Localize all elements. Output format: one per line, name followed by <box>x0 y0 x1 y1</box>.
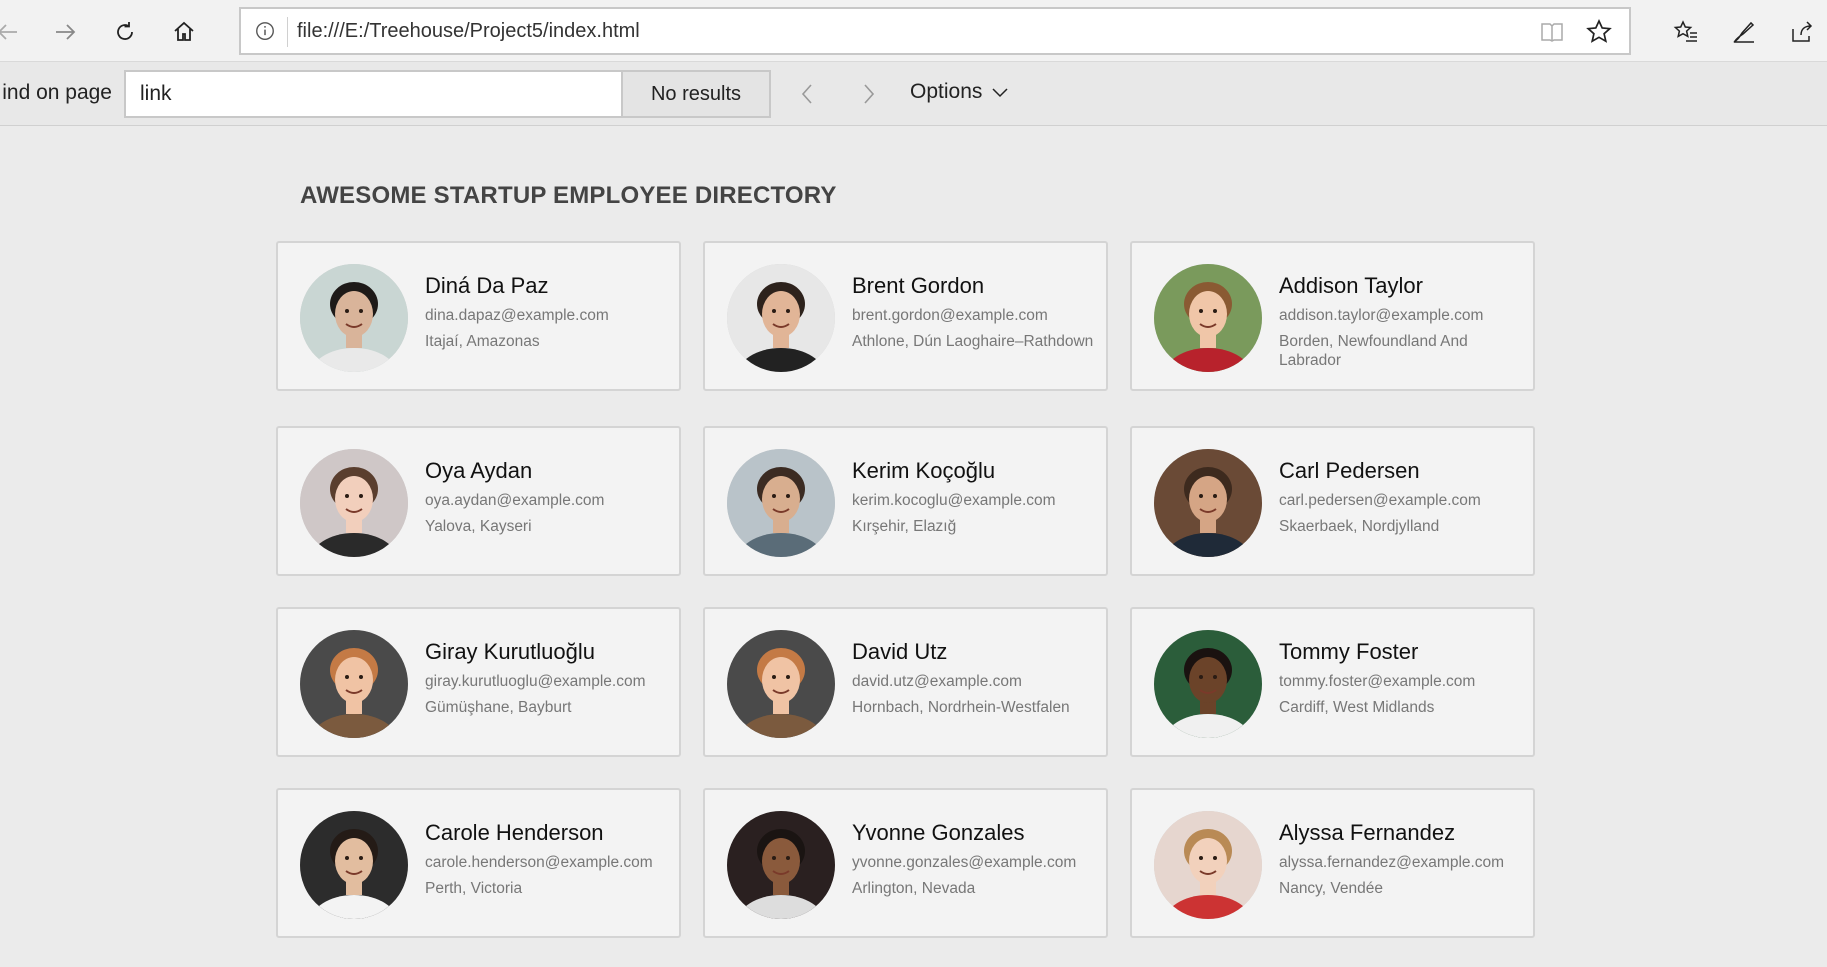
employee-card[interactable]: Addison Taylor addison.taylor@example.com… <box>1130 241 1535 391</box>
employee-email: kerim.kocoglu@example.com <box>852 492 1056 509</box>
employee-card[interactable]: Tommy Foster tommy.foster@example.com Card… <box>1130 607 1535 757</box>
employee-email: carl.pedersen@example.com <box>1279 492 1481 509</box>
chevron-down-icon <box>992 88 1008 98</box>
employee-card[interactable]: Alyssa Fernandez alyssa.fernandez@example… <box>1130 788 1535 938</box>
employee-info: David Utz david.utz@example.com Hornbach, … <box>852 639 1097 717</box>
employee-email: carole.henderson@example.com <box>425 854 653 871</box>
employee-info: Addison Taylor addison.taylor@example.com… <box>1279 273 1524 370</box>
avatar <box>727 630 835 738</box>
employee-location: Kırşehir, Elazığ <box>852 518 957 535</box>
page-title: AWESOME STARTUP EMPLOYEE DIRECTORY <box>300 182 837 209</box>
employee-name: Diná Da Paz <box>425 273 549 298</box>
avatar <box>1154 811 1262 919</box>
forward-arrow-icon[interactable] <box>43 10 87 54</box>
share-icon[interactable] <box>1780 10 1824 54</box>
employee-email: giray.kurutluoglu@example.com <box>425 673 646 690</box>
find-on-page-bar: ind on page No results Options <box>0 62 1827 126</box>
employee-location: Gümüşhane, Bayburt <box>425 699 572 716</box>
employee-card[interactable]: Diná Da Paz dina.dapaz@example.com Itajaí,… <box>276 241 681 391</box>
pen-notes-icon[interactable] <box>1722 10 1766 54</box>
employee-card[interactable]: David Utz david.utz@example.com Hornbach, … <box>703 607 1108 757</box>
employee-card[interactable]: Yvonne Gonzales yvonne.gonzales@example.c… <box>703 788 1108 938</box>
employee-location: Athlone, Dún Laoghaire–Rathdown <box>852 333 1094 350</box>
find-label: ind on page <box>2 81 112 104</box>
employee-card[interactable]: Giray Kurutluoğlu giray.kurutluoglu@examp… <box>276 607 681 757</box>
employee-info: Giray Kurutluoğlu giray.kurutluoglu@examp… <box>425 639 670 717</box>
employee-name: Alyssa Fernandez <box>1279 820 1456 845</box>
employee-email: dina.dapaz@example.com <box>425 307 609 324</box>
employee-email: yvonne.gonzales@example.com <box>852 854 1077 871</box>
employee-name: David Utz <box>852 639 948 664</box>
find-previous-chevron-icon[interactable] <box>790 76 826 112</box>
avatar <box>727 449 835 557</box>
avatar <box>1154 630 1262 738</box>
avatar <box>300 811 408 919</box>
employee-name: Kerim Koçoğlu <box>852 458 996 483</box>
employee-info: Carole Henderson carole.henderson@example… <box>425 820 670 898</box>
reading-view-icon[interactable] <box>1539 19 1565 45</box>
find-input[interactable] <box>124 70 622 118</box>
employee-email: addison.taylor@example.com <box>1279 307 1484 324</box>
employee-location: Yalova, Kayseri <box>425 518 532 535</box>
refresh-icon[interactable] <box>103 10 147 54</box>
employee-location: Cardiff, West Midlands <box>1279 699 1435 716</box>
employee-location: Perth, Victoria <box>425 880 523 897</box>
home-icon[interactable] <box>162 10 206 54</box>
avatar <box>727 811 835 919</box>
favorites-list-icon[interactable] <box>1664 10 1708 54</box>
employee-info: Yvonne Gonzales yvonne.gonzales@example.c… <box>852 820 1097 898</box>
avatar <box>1154 264 1262 372</box>
employee-email: alyssa.fernandez@example.com <box>1279 854 1505 871</box>
address-bar[interactable]: file:///E:/Treehouse/Project5/index.html <box>239 7 1631 55</box>
employee-location: Hornbach, Nordrhein-Westfalen <box>852 699 1070 716</box>
avatar <box>300 264 408 372</box>
find-results-count: No results <box>621 70 771 118</box>
employee-card[interactable]: Oya Aydan oya.aydan@example.com Yalova, Ka… <box>276 426 681 576</box>
avatar <box>727 264 835 372</box>
employee-location: Nancy, Vendée <box>1279 880 1383 897</box>
employee-name: Giray Kurutluoğlu <box>425 639 595 664</box>
employee-info: Brent Gordon brent.gordon@example.com Athl… <box>852 273 1097 351</box>
employee-email: david.utz@example.com <box>852 673 1022 690</box>
employee-name: Yvonne Gonzales <box>852 820 1025 845</box>
employee-email: oya.aydan@example.com <box>425 492 605 509</box>
employee-info: Tommy Foster tommy.foster@example.com Card… <box>1279 639 1524 717</box>
employee-location: Borden, Newfoundland And Labrador <box>1279 333 1468 369</box>
employee-info: Diná Da Paz dina.dapaz@example.com Itajaí,… <box>425 273 670 351</box>
avatar <box>1154 449 1262 557</box>
employee-info: Alyssa Fernandez alyssa.fernandez@example… <box>1279 820 1524 898</box>
employee-location: Arlington, Nevada <box>852 880 976 897</box>
employee-name: Brent Gordon <box>852 273 985 298</box>
info-icon[interactable] <box>253 19 277 43</box>
employee-name: Addison Taylor <box>1279 273 1423 298</box>
employee-location: Skaerbaek, Nordjylland <box>1279 518 1440 535</box>
employee-email: tommy.foster@example.com <box>1279 673 1476 690</box>
employee-name: Tommy Foster <box>1279 639 1419 664</box>
employee-name: Carole Henderson <box>425 820 604 845</box>
back-arrow-icon[interactable] <box>0 10 30 54</box>
find-next-chevron-icon[interactable] <box>850 76 886 112</box>
employee-info: Carl Pedersen carl.pedersen@example.com Sk… <box>1279 458 1524 536</box>
avatar <box>300 449 408 557</box>
employee-email: brent.gordon@example.com <box>852 307 1048 324</box>
employee-card[interactable]: Kerim Koçoğlu kerim.kocoglu@example.com Kı… <box>703 426 1108 576</box>
favorite-star-icon[interactable] <box>1585 18 1613 46</box>
address-separator <box>287 17 288 47</box>
find-options-button[interactable]: Options <box>910 80 1010 104</box>
employee-info: Oya Aydan oya.aydan@example.com Yalova, Ka… <box>425 458 670 536</box>
employee-name: Carl Pedersen <box>1279 458 1420 483</box>
url-text[interactable]: file:///E:/Treehouse/Project5/index.html <box>297 20 640 43</box>
employee-name: Oya Aydan <box>425 458 533 483</box>
employee-card[interactable]: Carole Henderson carole.henderson@example… <box>276 788 681 938</box>
find-options-label: Options <box>910 80 983 103</box>
employee-card[interactable]: Brent Gordon brent.gordon@example.com Athl… <box>703 241 1108 391</box>
employee-card[interactable]: Carl Pedersen carl.pedersen@example.com Sk… <box>1130 426 1535 576</box>
avatar <box>300 630 408 738</box>
browser-toolbar: file:///E:/Treehouse/Project5/index.html <box>0 0 1827 62</box>
employee-location: Itajaí, Amazonas <box>425 333 540 350</box>
employee-info: Kerim Koçoğlu kerim.kocoglu@example.com Kı… <box>852 458 1097 536</box>
